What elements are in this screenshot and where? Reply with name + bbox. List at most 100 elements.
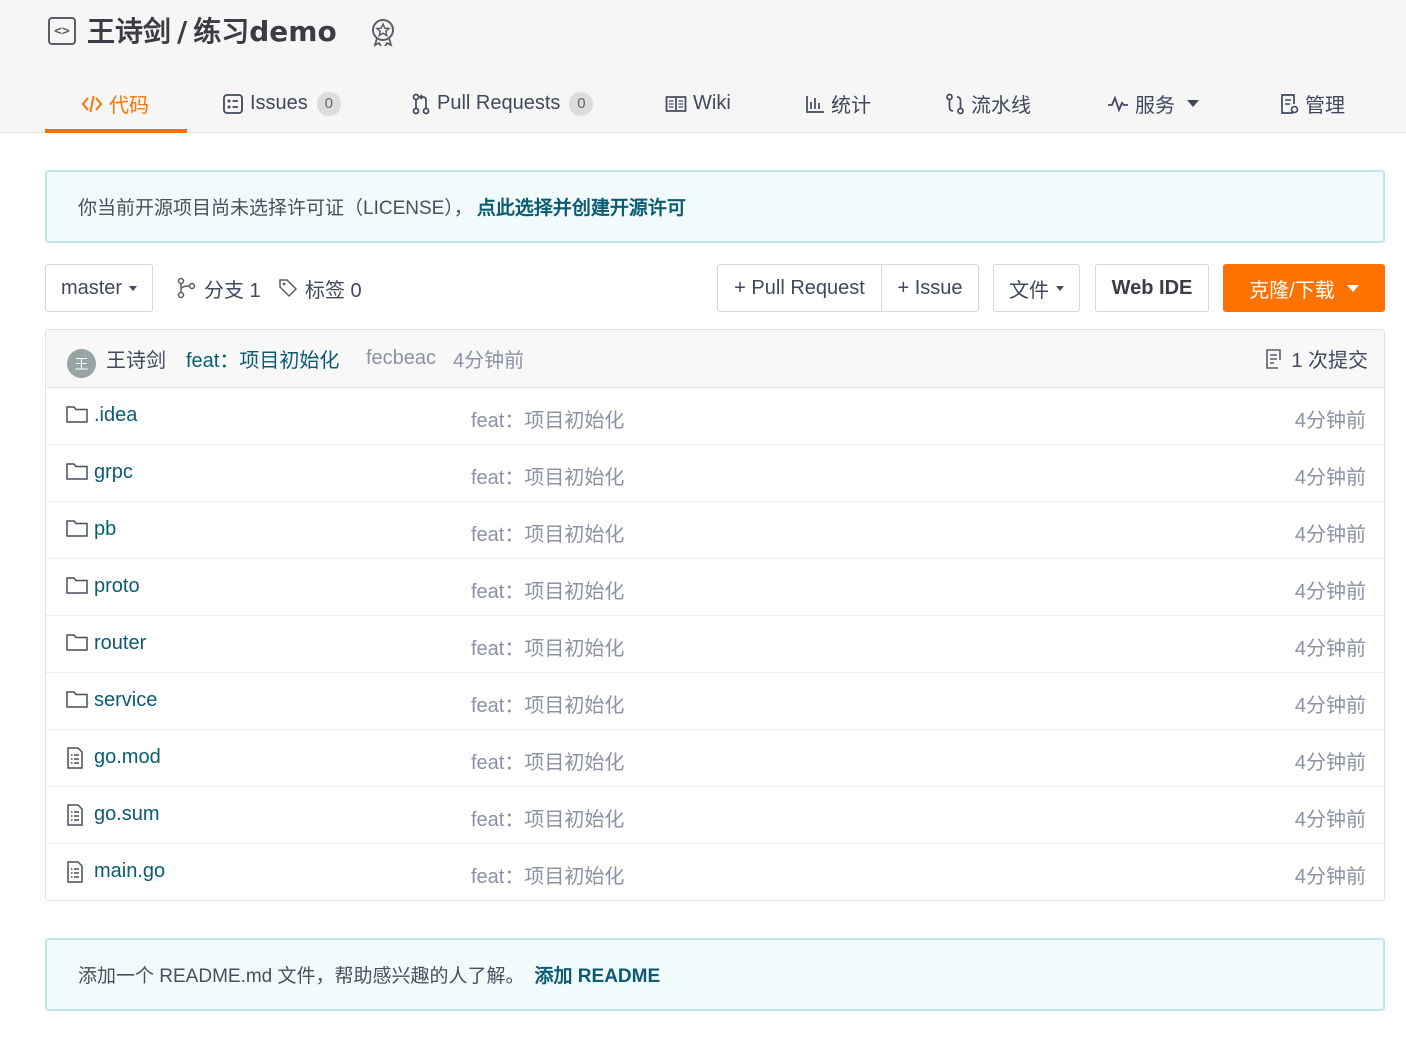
file-name-link[interactable]: service <box>94 689 157 712</box>
file-row: proto feat：项目初始化 4分钟前 <box>46 559 1384 616</box>
file-icon <box>66 747 84 775</box>
file-commit-time: 4分钟前 <box>1294 581 1366 603</box>
latest-commit-bar: 王 王诗剑 feat：项目初始化 fecbeac 4分钟前 1 次提交 <box>46 330 1384 388</box>
clone-download-label: 克隆/下载 <box>1249 279 1335 302</box>
repo-name-link[interactable]: 练习demo <box>193 15 336 48</box>
tab-pull-requests[interactable]: Pull Requests 0 <box>411 74 594 133</box>
file-tree-table: 王 王诗剑 feat：项目初始化 fecbeac 4分钟前 1 次提交 .ide… <box>45 329 1385 901</box>
file-name-link[interactable]: .idea <box>94 404 137 427</box>
branches-label: 分支 1 <box>204 279 261 302</box>
recommended-badge-icon[interactable] <box>368 17 398 47</box>
commits-count-link[interactable]: 1 次提交 <box>1265 344 1368 373</box>
new-pull-request-button[interactable]: + Pull Request <box>717 264 882 312</box>
file-icon <box>66 804 84 832</box>
web-ide-button[interactable]: Web IDE <box>1095 264 1209 312</box>
tab-code[interactable]: 代码 <box>81 74 149 133</box>
tab-manage-label: 管理 <box>1305 95 1345 117</box>
add-readme-link[interactable]: 添加 README <box>535 961 661 988</box>
commit-time: 4分钟前 <box>453 350 525 372</box>
file-commit-message-link[interactable]: feat：项目初始化 <box>471 860 624 889</box>
tab-pull-requests-label: Pull Requests <box>437 92 561 114</box>
file-name-link[interactable]: router <box>94 632 146 655</box>
tab-manage[interactable]: 管理 <box>1279 74 1345 133</box>
tab-services-label: 服务 <box>1135 95 1175 117</box>
folder-icon <box>66 633 88 657</box>
repo-title: 王诗剑 / 练习demo <box>87 10 337 54</box>
active-tab-underline <box>45 129 187 133</box>
file-row: grpc feat：项目初始化 4分钟前 <box>46 445 1384 502</box>
branches-link[interactable]: 分支 1 <box>177 264 261 312</box>
file-commit-message-link[interactable]: feat：项目初始化 <box>471 632 624 661</box>
services-dropdown-caret-icon <box>1187 100 1199 107</box>
tab-statistics[interactable]: 统计 <box>805 74 871 133</box>
file-name-link[interactable]: grpc <box>94 461 133 484</box>
file-list: .idea feat：项目初始化 4分钟前 grpc feat：项目初始化 4分钟前 pb f… <box>46 388 1384 900</box>
file-commit-message-link[interactable]: feat：项目初始化 <box>471 518 624 547</box>
repo-header: <> 王诗剑 / 练习demo 代码 Issues 0 Pull Request… <box>0 0 1406 133</box>
file-commit-message-link[interactable]: feat：项目初始化 <box>471 803 624 832</box>
issues-icon <box>222 93 244 115</box>
file-row: router feat：项目初始化 4分钟前 <box>46 616 1384 673</box>
branch-select[interactable]: master <box>45 264 153 312</box>
tab-pipeline[interactable]: 流水线 <box>945 74 1031 133</box>
new-issue-button[interactable]: + Issue <box>881 264 979 312</box>
branch-icon <box>177 277 196 299</box>
tab-wiki[interactable]: Wiki <box>665 74 731 133</box>
tags-label: 标签 0 <box>305 279 362 302</box>
commit-sha-link[interactable]: fecbeac <box>366 347 436 370</box>
file-name-link[interactable]: go.mod <box>94 746 161 769</box>
repo-title-separator: / <box>177 15 188 48</box>
file-commit-message-link[interactable]: feat：项目初始化 <box>471 746 624 775</box>
file-commit-message-link[interactable]: feat：项目初始化 <box>471 689 624 718</box>
settings-doc-icon <box>1279 93 1299 115</box>
tab-statistics-label: 统计 <box>831 95 871 117</box>
file-name-link[interactable]: go.sum <box>94 803 160 826</box>
folder-icon <box>66 690 88 714</box>
clone-dropdown-caret-icon <box>1346 284 1359 292</box>
folder-icon <box>66 462 88 486</box>
file-name-link[interactable]: pb <box>94 518 116 541</box>
tags-link[interactable]: 标签 0 <box>278 264 362 312</box>
file-commit-time: 4分钟前 <box>1294 524 1366 546</box>
tab-issues[interactable]: Issues 0 <box>222 74 341 133</box>
file-commit-time: 4分钟前 <box>1294 866 1366 888</box>
tab-issues-label: Issues <box>250 92 308 114</box>
file-row: .idea feat：项目初始化 4分钟前 <box>46 388 1384 445</box>
file-commit-time: 4分钟前 <box>1294 638 1366 660</box>
issues-count-badge: 0 <box>316 91 341 116</box>
file-row: pb feat：项目初始化 4分钟前 <box>46 502 1384 559</box>
file-name-link[interactable]: main.go <box>94 860 165 883</box>
tab-services[interactable]: 服务 <box>1107 74 1199 133</box>
code-icon <box>81 94 103 114</box>
clone-download-button[interactable]: 克隆/下载 <box>1223 264 1385 312</box>
wiki-book-icon <box>665 94 687 114</box>
commit-message-link[interactable]: feat：项目初始化 <box>186 344 339 373</box>
file-row: go.mod feat：项目初始化 4分钟前 <box>46 730 1384 787</box>
file-commit-message-link[interactable]: feat：项目初始化 <box>471 461 624 490</box>
repo-owner-link[interactable]: 王诗剑 <box>87 15 171 48</box>
file-commit-message-link[interactable]: feat：项目初始化 <box>471 404 624 433</box>
pull-request-icon <box>411 93 431 115</box>
file-name-link[interactable]: proto <box>94 575 140 598</box>
repository-code-icon: <> <box>48 17 76 45</box>
avatar[interactable]: 王 <box>67 349 96 378</box>
license-notice-text: 你当前开源项目尚未选择许可证（LICENSE）， <box>78 198 473 219</box>
tab-code-label: 代码 <box>109 95 149 117</box>
file-row: service feat：项目初始化 4分钟前 <box>46 673 1384 730</box>
file-commit-time: 4分钟前 <box>1294 410 1366 432</box>
readme-notice-text: 添加一个 README.md 文件，帮助感兴趣的人了解。 <box>78 966 525 987</box>
file-icon <box>66 861 84 889</box>
file-commit-time: 4分钟前 <box>1294 809 1366 831</box>
pipeline-icon <box>945 93 965 115</box>
folder-icon <box>66 405 88 429</box>
create-license-link[interactable]: 点此选择并创建开源许可 <box>477 193 686 220</box>
file-row: main.go feat：项目初始化 4分钟前 <box>46 844 1384 900</box>
file-menu-label: 文件 <box>1009 279 1049 302</box>
bar-chart-icon <box>805 94 825 114</box>
commits-history-icon <box>1266 348 1282 369</box>
commit-author-link[interactable]: 王诗剑 <box>106 344 166 373</box>
file-commit-message-link[interactable]: feat：项目初始化 <box>471 575 624 604</box>
file-menu-button[interactable]: 文件 <box>993 264 1080 312</box>
new-pull-request-label: + Pull Request <box>734 276 865 299</box>
file-dropdown-caret-icon <box>1056 285 1064 291</box>
